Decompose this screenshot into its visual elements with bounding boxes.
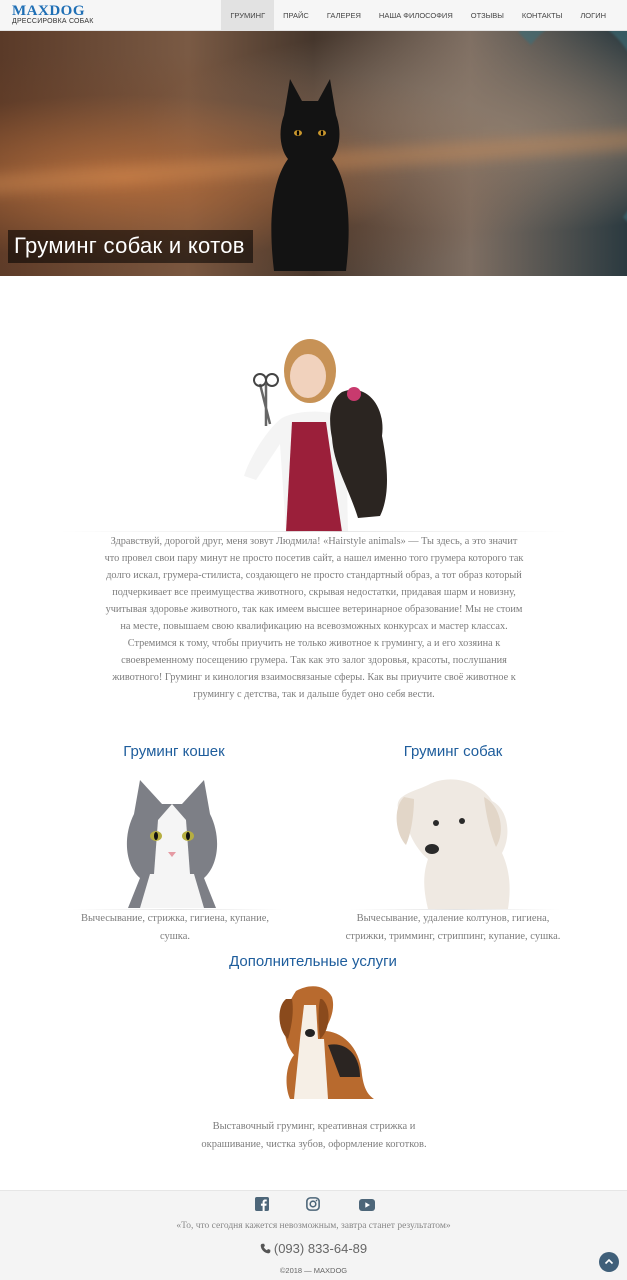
menu-item-philosophy[interactable]: НАША ФИЛОСОФИЯ xyxy=(370,0,462,31)
cat-grooming-desc: Вычесывание, стрижка, гигиена, купание, … xyxy=(80,913,269,942)
site-logo[interactable]: MAXDOG ДРЕССИРОВКА СОБАК xyxy=(12,4,93,26)
youtube-icon[interactable] xyxy=(359,1199,375,1211)
chevron-up-icon xyxy=(604,1258,614,1265)
scroll-to-top-button[interactable] xyxy=(599,1252,619,1272)
main-menu: ГРУМИНГ ПРАЙС ГАЛЕРЕЯ НАША ФИЛОСОФИЯ ОТЗ… xyxy=(221,0,615,31)
menu-item-reviews[interactable]: ОТЗЫВЫ xyxy=(462,0,513,31)
menu-item-grooming[interactable]: ГРУМИНГ xyxy=(221,0,275,31)
groomer-with-dog-image xyxy=(244,339,387,532)
hero-arc-decoration xyxy=(487,31,627,261)
hero-title: Груминг собак и котов xyxy=(8,230,253,263)
dog-image xyxy=(396,779,510,909)
cat-grooming-title: Груминг кошек xyxy=(123,743,225,760)
black-cat-image xyxy=(271,79,349,271)
facebook-icon[interactable] xyxy=(255,1197,269,1211)
instagram-icon[interactable] xyxy=(306,1197,320,1211)
footer: «То, что сегодня кажется невозможным, за… xyxy=(0,1190,627,1280)
divider xyxy=(60,531,568,532)
dog-grooming-desc: Вычесывание, удаление колтунов, гигиена,… xyxy=(345,913,561,942)
menu-item-login[interactable]: ЛОГИН xyxy=(571,0,615,31)
top-navbar: MAXDOG ДРЕССИРОВКА СОБАК ГРУМИНГ ПРАЙС Г… xyxy=(0,0,627,31)
cat-image xyxy=(126,780,218,908)
beagle-image xyxy=(279,986,374,1099)
logo-name: MAXDOG xyxy=(12,3,85,19)
menu-item-contacts[interactable]: КОНТАКТЫ xyxy=(513,0,571,31)
extra-services-desc: Выставочный груминг, креативная стрижка … xyxy=(201,1121,427,1150)
menu-item-price[interactable]: ПРАЙС xyxy=(274,0,318,31)
phone-icon xyxy=(260,1243,271,1254)
footer-quote: «То, что сегодня кажется невозможным, за… xyxy=(176,1221,451,1231)
hero-banner: Груминг собак и котов xyxy=(0,31,627,276)
dog-grooming-title: Груминг собак xyxy=(403,743,503,760)
footer-phone[interactable]: (093) 833-64-89 xyxy=(0,1241,627,1256)
copyright: ©2018 — MAXDOG xyxy=(279,1266,348,1275)
extra-services-title: Дополнительные услуги xyxy=(229,953,397,970)
menu-item-gallery[interactable]: ГАЛЕРЕЯ xyxy=(318,0,370,31)
phone-number: (093) 833-64-89 xyxy=(273,1241,368,1256)
intro-text: Здравствуй, дорогой друг, меня зовут Люд… xyxy=(104,536,524,700)
logo-tagline: ДРЕССИРОВКА СОБАК xyxy=(12,18,94,25)
